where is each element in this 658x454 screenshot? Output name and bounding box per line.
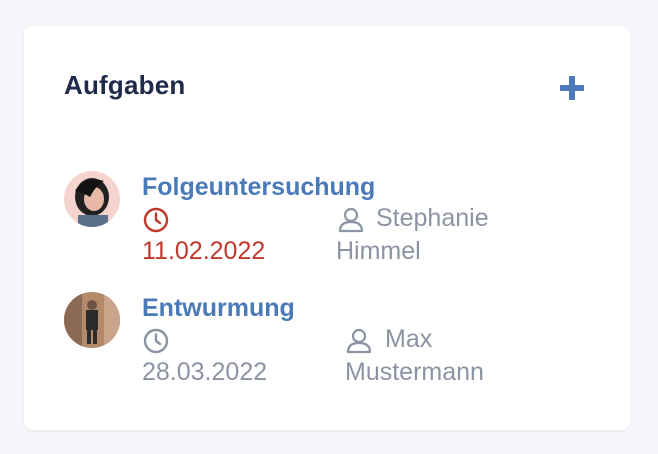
- avatar: [64, 171, 120, 227]
- due-date: 11.02.2022: [142, 237, 266, 265]
- task-item[interactable]: Entwurmung 28.03.2022 Max Mustermann: [64, 292, 604, 392]
- assignee-name: Max Mustermann: [345, 325, 484, 386]
- add-task-button[interactable]: [558, 74, 588, 104]
- task-item[interactable]: Folgeuntersuchung 11.02.2022 Stephanie H…: [64, 171, 604, 271]
- tasks-panel: Aufgaben Folgeuntersuchung 11.02.2022 St…: [24, 26, 630, 430]
- avatar: [64, 292, 120, 348]
- assignee-name: Stephanie Himmel: [336, 204, 489, 265]
- panel-title: Aufgaben: [64, 70, 186, 100]
- clock-icon: [143, 328, 169, 354]
- clock-icon: [143, 207, 169, 233]
- due-date: 28.03.2022: [142, 358, 268, 386]
- task-title-link[interactable]: Entwurmung: [142, 294, 295, 323]
- task-title-link[interactable]: Folgeuntersuchung: [142, 173, 375, 202]
